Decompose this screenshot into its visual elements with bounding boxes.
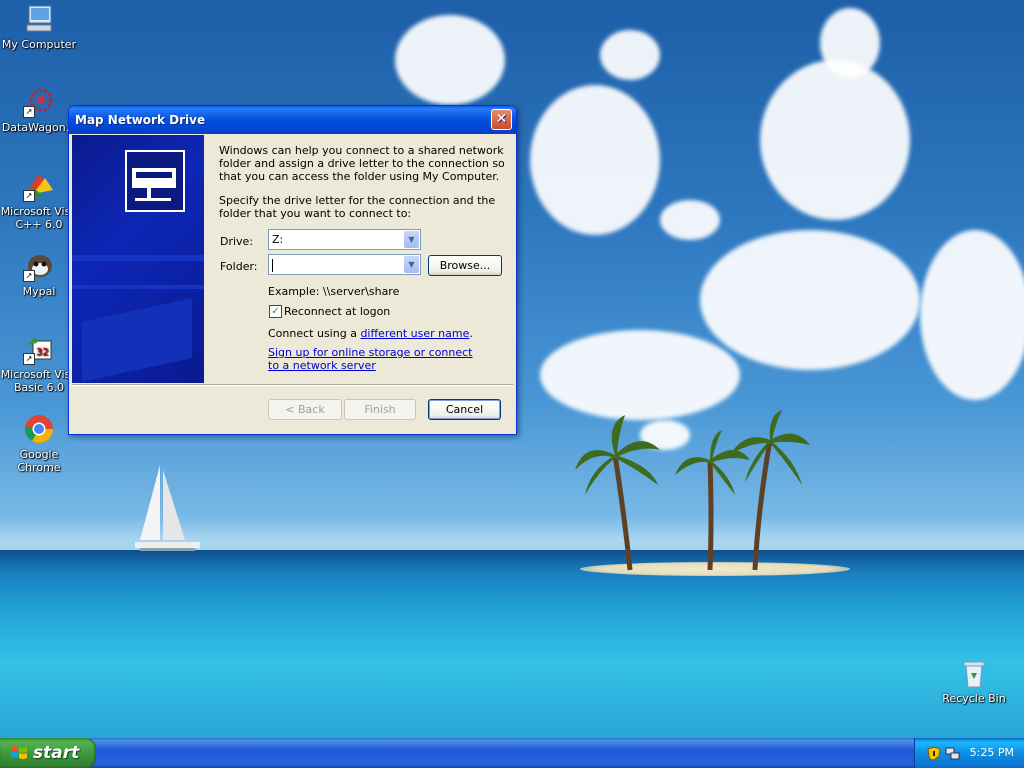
cancel-button[interactable]: Cancel [428,399,501,420]
taskbar: start 5:25 PM [0,738,1024,768]
chevron-down-icon[interactable]: ▼ [404,256,419,273]
shortcut-arrow-icon: ↗ [23,270,35,282]
text-cursor [272,258,273,272]
intro-text: Windows can help you connect to a shared… [219,144,505,183]
folder-input[interactable]: ▼ [268,254,421,275]
visual-basic-icon: 32 ↗ [23,333,55,365]
windows-logo-icon [11,746,27,759]
datawagon-icon: ↗ [23,86,55,118]
desktop-icon-label: Mypal [22,285,56,298]
shortcut-arrow-icon: ↗ [23,190,35,202]
reconnect-label: Reconnect at logon [284,305,391,318]
close-button[interactable]: ✕ [491,109,512,130]
dialog-title: Map Network Drive [75,113,206,127]
map-network-drive-dialog: Map Network Drive ✕ Windows can help you… [68,105,517,435]
network-icon[interactable] [945,746,961,761]
different-user-link[interactable]: different user name [360,327,469,340]
close-icon: ✕ [495,111,508,127]
security-shield-icon[interactable] [927,746,941,761]
shortcut-arrow-icon: ↗ [23,106,35,118]
desktop-icon-label: My Computer [1,38,77,51]
dialog-content: Windows can help you connect to a shared… [219,144,509,231]
start-button[interactable]: start [0,738,96,768]
desktop-icon-label: Recycle Bin [942,692,1006,705]
decor-stripe [72,285,204,289]
start-label: start [33,743,80,763]
desktop-icon-recycle-bin[interactable]: Recycle Bin [935,657,1013,705]
desktop-icon-label: DataWagon... [1,121,77,134]
network-drive-icon [125,150,185,212]
desktop-icon-datawagon[interactable]: ↗ DataWagon... [0,86,78,134]
instruction-text: Specify the drive letter for the connect… [219,194,496,220]
shortcut-arrow-icon: ↗ [23,353,35,365]
desktop-icon-my-computer[interactable]: My Computer [0,3,78,51]
chrome-icon [23,413,55,445]
signup-link[interactable]: Sign up for online storage or connect to… [268,346,483,372]
finish-button[interactable]: Finish [344,399,416,420]
sea [0,550,1024,738]
sailboat [135,465,200,551]
example-text: Example: \\server\share [268,285,400,298]
system-tray: 5:25 PM [914,738,1024,768]
cloud [660,200,720,240]
cloud [700,230,920,370]
connect-using-suffix: . [469,327,473,340]
cloud [920,230,1024,400]
cloud [760,60,910,220]
recycle-bin-icon [958,657,990,689]
desktop-icon-google-chrome[interactable]: Google Chrome [0,413,78,474]
decor-stripe [72,255,204,261]
back-button[interactable]: < Back [268,399,342,420]
chevron-down-icon[interactable]: ▼ [404,231,419,248]
desktop-icon-visual-cpp[interactable]: ↗ Microsoft Visu C++ 6.0 [0,170,78,231]
drive-select[interactable]: Z: ▼ [268,229,421,250]
palm-trees [575,410,810,571]
cloud [600,30,660,80]
connect-using-text: Connect using a different user name. [268,327,473,347]
desktop-icon-visual-basic[interactable]: 32 ↗ Microsoft Visu Basic 6.0 [0,333,78,394]
desktop-icon-label: Microsoft Visu C++ 6.0 [0,205,78,231]
folder-label: Folder: [220,260,258,273]
browse-button[interactable]: Browse... [428,255,502,276]
drive-value: Z: [272,233,284,246]
cloud [395,15,505,105]
computer-icon [23,3,55,35]
desktop-icon-label: Google Chrome [17,448,61,474]
reconnect-checkbox[interactable]: ✓ [269,305,282,318]
desktop-icon-mypal[interactable]: ↗ Mypal [0,250,78,298]
dialog-title-bar[interactable]: Map Network Drive ✕ [69,106,516,134]
cloud [530,85,660,235]
decor-shape [82,298,192,382]
cloud [820,8,880,78]
clock[interactable]: 5:25 PM [970,738,1014,768]
mypal-icon: ↗ [23,250,55,282]
drive-label: Drive: [220,235,254,248]
svg-text:32: 32 [36,347,49,358]
visual-cpp-icon: ↗ [23,170,55,202]
desktop-icon-label: Microsoft Visu Basic 6.0 [0,368,78,394]
connect-using-prefix: Connect using a [268,327,361,340]
wizard-side-panel [72,135,204,383]
dialog-divider [72,384,513,386]
cloud [540,330,740,420]
